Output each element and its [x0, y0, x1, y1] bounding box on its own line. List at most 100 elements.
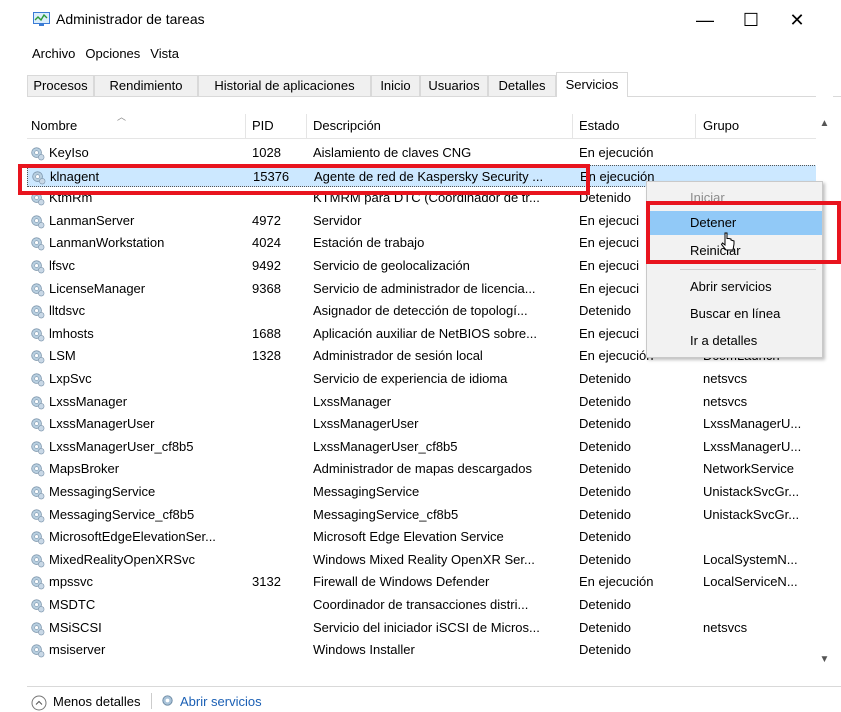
column-header-nombre[interactable]: Nombre	[31, 118, 77, 133]
tab-historial[interactable]: Historial de aplicaciones	[198, 75, 371, 96]
cell-estado: Detenido	[579, 393, 632, 409]
service-gear-icon	[30, 304, 45, 319]
cell-estado: Detenido	[579, 642, 632, 658]
cell-estado: En ejecución	[579, 145, 654, 160]
cell-descripcion: LxssManagerUser_cf8b5	[313, 438, 458, 454]
cell-descripcion: Microsoft Edge Elevation Service	[313, 529, 504, 545]
cell-nombre: MessagingService	[49, 484, 156, 499]
service-gear-icon	[30, 282, 45, 297]
mouse-cursor-icon	[721, 232, 735, 251]
cell-nombre: LicenseManager	[49, 280, 146, 296]
service-gear-icon	[30, 621, 45, 636]
menu-item-ir-a-detalles[interactable]: Ir a detalles	[647, 329, 822, 353]
cell-estado: Detenido	[579, 371, 632, 386]
cell-descripcion: Servicio del iniciador iSCSI de Micros..…	[313, 619, 540, 635]
table-row[interactable]: LxssManagerUser_cf8b5 LxssManagerUser_cf8…	[27, 436, 817, 458]
close-button[interactable]: ✕	[774, 0, 820, 40]
cell-descripcion: Servicio de administrador de licencia...	[313, 280, 536, 296]
open-services-link[interactable]: Abrir servicios	[180, 694, 262, 709]
minimize-button[interactable]: —	[682, 0, 728, 40]
cell-nombre: lltdsvc	[49, 303, 86, 319]
cell-grupo: NetworkService	[703, 461, 795, 477]
scroll-up-icon[interactable]: ▲	[816, 118, 833, 132]
table-row[interactable]: MapsBroker Administrador de mapas descarg…	[27, 458, 817, 480]
tab-procesos[interactable]: Procesos	[27, 75, 94, 96]
column-header-grupo[interactable]: Grupo	[703, 118, 739, 133]
cell-estado: Detenido	[579, 506, 632, 522]
window-title: Administrador de tareas	[56, 11, 205, 27]
maximize-button[interactable]: ☐	[728, 0, 774, 40]
column-divider[interactable]	[306, 114, 307, 138]
column-divider[interactable]	[572, 114, 573, 138]
cell-nombre: KeyIso	[49, 145, 89, 160]
scroll-down-icon[interactable]: ▼	[816, 654, 833, 668]
cell-grupo: UnistackSvcGr...	[703, 484, 800, 499]
tab-inicio[interactable]: Inicio	[371, 75, 420, 96]
tab-servicios[interactable]: Servicios	[556, 72, 628, 97]
task-manager-icon	[33, 12, 50, 26]
less-details-link[interactable]: Menos detalles	[53, 694, 140, 709]
column-divider[interactable]	[245, 114, 246, 138]
cell-descripcion: LxssManagerUser	[313, 416, 419, 432]
table-row[interactable]: LxssManager LxssManager Detenido netsvcs	[27, 391, 817, 413]
title-bar[interactable]: Administrador de tareas — ☐ ✕	[0, 0, 841, 40]
table-row[interactable]: MessagingService MessagingService Detenido…	[27, 481, 817, 503]
service-gear-icon	[30, 598, 45, 613]
highlight-box-row	[18, 164, 590, 195]
column-divider[interactable]	[695, 114, 696, 138]
tab-rendimiento[interactable]: Rendimiento	[94, 75, 198, 96]
tab-detalles[interactable]: Detalles	[488, 75, 556, 96]
table-row[interactable]: MicrosoftEdgeElevationSer... Microsoft Ed…	[27, 526, 817, 548]
task-manager-window: Administrador de tareas — ☐ ✕ Archivo Op…	[0, 0, 841, 711]
table-row[interactable]: LxpSvc Servicio de experiencia de idioma D…	[27, 368, 817, 390]
cell-pid: 9492	[252, 258, 281, 273]
menu-opciones[interactable]: Opciones	[81, 44, 146, 64]
table-row[interactable]: MSDTC Coordinador de transacciones distri…	[27, 594, 817, 616]
cell-grupo: UnistackSvcGr...	[703, 506, 800, 522]
cell-nombre: mpssvc	[49, 574, 94, 590]
cell-nombre: MixedRealityOpenXRSvc	[49, 551, 195, 567]
column-header-descripcion[interactable]: Descripción	[313, 118, 381, 133]
table-row[interactable]: MixedRealityOpenXRSvc Windows Mixed Reali…	[27, 549, 817, 571]
menu-vista[interactable]: Vista	[146, 44, 185, 64]
cell-nombre: LSM	[49, 348, 76, 364]
service-gear-icon	[30, 259, 45, 274]
service-gear-icon	[30, 372, 45, 387]
table-row[interactable]: mpssvc 3132 Firewall de Windows Defender En…	[27, 571, 817, 593]
menu-bar: Archivo Opciones Vista	[28, 44, 185, 64]
cell-pid: 1028	[252, 145, 281, 160]
cell-nombre: LxssManagerUser	[49, 416, 155, 432]
menu-archivo[interactable]: Archivo	[28, 44, 81, 64]
column-header-pid[interactable]: PID	[252, 118, 274, 133]
cell-nombre: MicrosoftEdgeElevationSer...	[49, 529, 216, 545]
service-gear-icon	[30, 485, 45, 500]
table-row[interactable]: msiserver Windows Installer Detenido	[27, 639, 817, 661]
service-gear-icon	[30, 395, 45, 410]
cell-estado: Detenido	[579, 597, 632, 612]
table-row[interactable]: MSiSCSI Servicio del iniciador iSCSI de M…	[27, 617, 817, 639]
service-gear-icon	[30, 327, 45, 342]
menu-item-buscar-en-linea[interactable]: Buscar en línea	[647, 302, 822, 326]
cell-estado: En ejecución	[579, 574, 654, 590]
cell-descripcion: LxssManager	[313, 393, 392, 409]
cell-descripcion: Servicio de geolocalización	[313, 258, 470, 273]
tab-usuarios[interactable]: Usuarios	[420, 75, 488, 96]
less-details-chevron-icon[interactable]	[31, 695, 47, 711]
menu-item-abrir-servicios[interactable]: Abrir servicios	[647, 275, 822, 299]
table-row[interactable]: MessagingService_cf8b5 MessagingService_c…	[27, 504, 817, 526]
cell-grupo: netsvcs	[703, 371, 748, 386]
tab-bar: Procesos Rendimiento Historial de aplica…	[27, 72, 841, 97]
column-header-estado[interactable]: Estado	[579, 118, 619, 133]
menu-separator	[680, 269, 816, 270]
cell-estado: Detenido	[579, 484, 632, 499]
cell-estado: Detenido	[579, 438, 632, 454]
table-row[interactable]: KeyIso 1028 Aislamiento de claves CNG En ej…	[27, 142, 817, 164]
table-row[interactable]: LxssManagerUser LxssManagerUser Detenido Lx…	[27, 413, 817, 435]
cell-grupo: netsvcs	[703, 393, 748, 409]
cell-grupo: LocalSystemN...	[703, 551, 798, 567]
service-gear-icon	[30, 236, 45, 251]
cell-descripcion: Coordinador de transacciones distri...	[313, 597, 529, 612]
cell-nombre: LanmanServer	[49, 212, 135, 228]
service-gear-icon	[30, 146, 45, 161]
footer-bar: Menos detalles Abrir servicios	[27, 686, 841, 712]
